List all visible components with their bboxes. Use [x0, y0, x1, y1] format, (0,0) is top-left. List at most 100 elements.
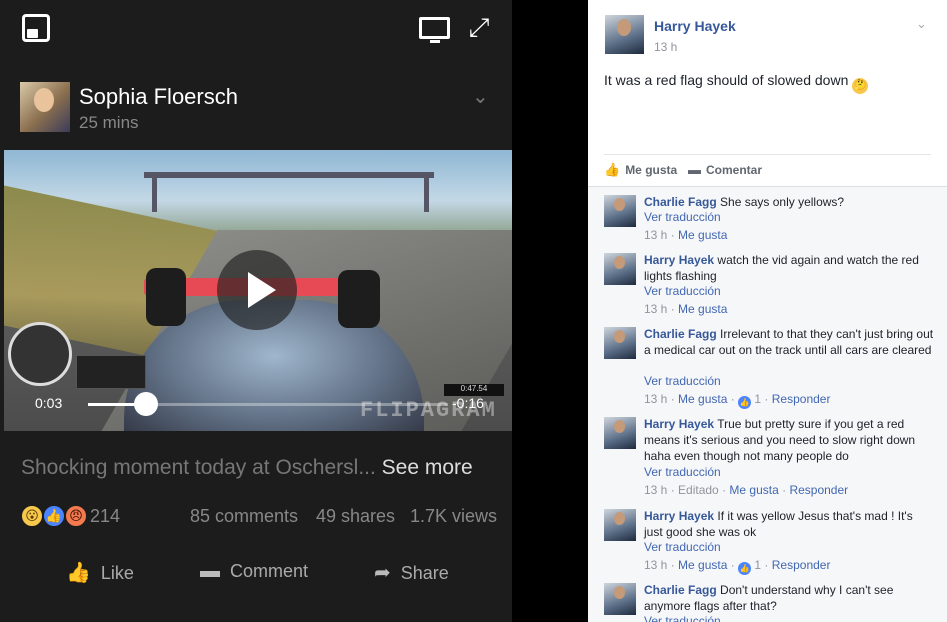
comment-like-link[interactable]: Me gusta — [678, 302, 727, 316]
comment-button[interactable]: ▬ Comment — [200, 560, 308, 588]
like-badge-icon: 👍 — [738, 396, 752, 409]
comment-like-link[interactable]: Me gusta — [678, 228, 727, 242]
comment-time[interactable]: 13 h — [644, 483, 667, 497]
reaction-icons[interactable]: 😮 👍 😠 — [20, 504, 90, 528]
avatar[interactable] — [604, 253, 636, 285]
avatar[interactable] — [604, 583, 636, 615]
comment-like-count[interactable]: 1 — [754, 558, 761, 572]
picture-in-picture-icon[interactable] — [22, 14, 50, 42]
comment: Harry Hayek If it was yellow Jesus that'… — [604, 501, 934, 575]
comment: Charlie Fagg Irrelevant to that they can… — [604, 319, 934, 409]
video-current-time: 0:03 — [35, 395, 63, 411]
translate-link[interactable]: Ver traducción — [644, 284, 721, 298]
see-more-link[interactable]: See more — [382, 456, 473, 479]
post-text: It was a red flag should of slowed down 🤔 — [604, 72, 869, 94]
me-gusta-button[interactable]: 👍 Me gusta — [604, 162, 677, 178]
comentar-label: Comentar — [706, 163, 763, 177]
comment-like-link[interactable]: Me gusta — [729, 483, 778, 497]
like-button[interactable]: 👍 Like — [66, 560, 134, 588]
translate-link[interactable]: Ver traducción — [644, 374, 721, 388]
chevron-down-icon[interactable]: ⌄ — [472, 84, 489, 109]
comment-author[interactable]: Charlie Fagg — [644, 327, 717, 341]
comment-body: Charlie Fagg Irrelevant to that they can… — [644, 326, 934, 358]
comment-author[interactable]: Charlie Fagg — [644, 583, 717, 597]
comment: Harry Hayek watch the vid again and watc… — [604, 245, 934, 319]
comment-body: Charlie Fagg Don't understand why I can'… — [644, 582, 934, 614]
comment-panel: Harry Hayek 13 h ⌄ It was a red flag sho… — [588, 0, 947, 622]
comment-time[interactable]: 13 h — [644, 302, 667, 316]
video-player[interactable]: 0:47.54 FLIPAGRAM 0:03 -0:16 — [4, 150, 512, 431]
comment-like-link[interactable]: Me gusta — [678, 392, 727, 406]
comment-body: Harry Hayek True but pretty sure if you … — [644, 416, 934, 464]
comment-reply-link[interactable]: Responder — [772, 558, 831, 572]
views-count: 1.7K views — [410, 506, 498, 526]
comment-meta: 13 h · Editado · Me gusta · Responder — [644, 483, 849, 497]
comment-like-count[interactable]: 1 — [754, 392, 761, 406]
video-post-panel: ⤢ Sophia Floersch 25 mins ⌄ 0:47.54 FLIP… — [0, 0, 512, 622]
translate-link[interactable]: Ver traducción — [644, 540, 721, 554]
avatar[interactable] — [604, 509, 636, 541]
post-caption: Shocking moment today at Oschersl... See… — [21, 456, 473, 480]
comments-count[interactable]: 85 comments — [190, 506, 298, 527]
thumbs-up-icon: 👍 — [66, 562, 91, 584]
comment: Harry Hayek True but pretty sure if you … — [604, 409, 934, 501]
comment-author[interactable]: Harry Hayek — [644, 253, 714, 267]
thinking-emoji-icon: 🤔 — [852, 78, 869, 94]
comentar-button[interactable]: ▬ Comentar — [688, 162, 762, 177]
comment-reply-link[interactable]: Responder — [772, 392, 831, 406]
seek-handle[interactable] — [133, 392, 158, 416]
wow-icon: 😮 — [20, 504, 44, 528]
avatar[interactable] — [604, 417, 636, 449]
comment-reply-link[interactable]: Responder — [789, 483, 848, 497]
reaction-count[interactable]: 214 — [90, 506, 120, 527]
divider — [604, 154, 931, 155]
comment-author[interactable]: Harry Hayek — [644, 509, 714, 523]
like-icon: 👍 — [42, 504, 66, 528]
video-frame-gauge — [8, 322, 72, 386]
shares-count[interactable]: 49 shares — [316, 506, 395, 527]
like-badge-icon: 👍 — [738, 562, 752, 575]
comment-edited[interactable]: Editado — [678, 483, 719, 497]
comment: Charlie Fagg She says only yellows? Ver … — [604, 187, 934, 245]
poster-time: 25 mins — [79, 113, 139, 132]
avatar[interactable] — [604, 195, 636, 227]
comment: Charlie Fagg Don't understand why I can'… — [604, 575, 934, 622]
video-remaining-time: -0:16 — [452, 395, 484, 411]
comment-time[interactable]: 13 h — [644, 558, 667, 572]
comment-meta: 13 h · Me gusta — [644, 302, 728, 316]
share-label: Share — [400, 563, 449, 583]
comment-body: Harry Hayek If it was yellow Jesus that'… — [644, 508, 934, 540]
comment-icon: ▬ — [688, 162, 701, 177]
comment-body: Harry Hayek watch the vid again and watc… — [644, 252, 934, 284]
me-gusta-label: Me gusta — [625, 163, 678, 177]
translate-link[interactable]: Ver traducción — [644, 614, 721, 622]
video-frame-wheel — [146, 268, 186, 326]
comment-icon: ▬ — [200, 560, 220, 582]
divider-gap — [512, 0, 588, 622]
avatar[interactable] — [605, 15, 644, 54]
comment-time[interactable]: 13 h — [644, 228, 667, 242]
angry-icon: 😠 — [64, 504, 88, 528]
expand-icon[interactable]: ⤢ — [466, 14, 492, 40]
poster-avatar[interactable] — [20, 82, 70, 132]
play-icon[interactable] — [217, 250, 297, 330]
comment-time[interactable]: 13 h — [644, 392, 667, 406]
tv-icon[interactable] — [419, 17, 450, 43]
comment-author[interactable]: Harry Hayek — [644, 417, 714, 431]
translate-link[interactable]: Ver traducción — [644, 465, 721, 479]
post-author[interactable]: Harry Hayek — [654, 18, 736, 34]
share-button[interactable]: ➦ Share — [374, 560, 449, 588]
comment-like-link[interactable]: Me gusta — [678, 558, 727, 572]
chevron-down-icon[interactable]: ⌄ — [916, 16, 927, 32]
comment-meta: 13 h · Me gusta · 👍 1 · Responder — [644, 392, 831, 409]
video-frame-gantry-post — [152, 172, 157, 212]
video-frame-gantry — [144, 172, 434, 178]
translate-link[interactable]: Ver traducción — [644, 210, 721, 224]
share-icon: ➦ — [374, 562, 391, 584]
comment-author[interactable]: Charlie Fagg — [644, 195, 717, 209]
thumbs-up-icon: 👍 — [604, 162, 621, 177]
poster-name[interactable]: Sophia Floersch — [79, 84, 238, 110]
video-frame-wheel — [338, 270, 380, 328]
post-time[interactable]: 13 h — [654, 40, 677, 54]
avatar[interactable] — [604, 327, 636, 359]
